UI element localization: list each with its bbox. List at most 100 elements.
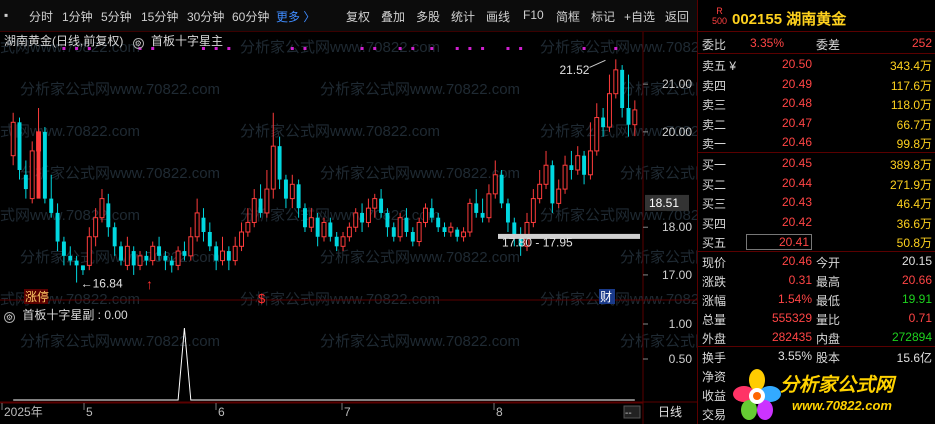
candle-body (328, 222, 333, 237)
candle-body (556, 188, 562, 204)
bid-volume: 36.6万 (896, 216, 932, 231)
sub-settings-circle-icon[interactable]: ⚙ (4, 312, 15, 323)
statistics-button[interactable]: 统计 (451, 8, 475, 25)
candle-body (283, 179, 288, 199)
signal-dot (506, 47, 510, 50)
candle-body (188, 236, 194, 257)
menu-dot-icon[interactable]: ▪ (4, 8, 8, 22)
sub-legend: ⚙ 首板十字星副 : 0.00 (4, 306, 128, 323)
period-label: 日线 (658, 405, 682, 419)
ask-price: 20.46 (781, 135, 812, 149)
period-tab-15min[interactable]: 15分钟 (141, 8, 178, 25)
watermark-text: 分析家公式网www.70822.com (20, 165, 220, 182)
candle-body (537, 183, 543, 200)
more-periods-button[interactable]: 更多 〉 (276, 8, 315, 25)
quote-row: 总量 555329 量比 0.71 (698, 309, 935, 328)
candle-body (93, 217, 99, 238)
x-axis-label: 2025年 (4, 405, 43, 419)
f10-button[interactable]: F10 (523, 8, 544, 22)
kline-chart-area[interactable]: 分析家公式网www.70822.com 分析家公式网www.70822.com 分析… (0, 32, 697, 424)
flower-logo-icon (733, 369, 781, 420)
candle-body (194, 212, 200, 238)
quote-label: 内盘 (816, 332, 841, 346)
kline-chart-svg[interactable]: 分析家公式网www.70822.com 分析家公式网www.70822.com 分析… (0, 32, 697, 424)
bid-price: 20.41 (746, 234, 812, 250)
candle-body (232, 245, 238, 262)
ask-row[interactable]: 卖五 ¥ 20.50 343.4万 (698, 55, 935, 74)
zhangting-badge: 涨停 (25, 289, 49, 304)
add-favorite-button[interactable]: +自选 (624, 8, 655, 25)
candle-body (486, 193, 492, 219)
bid-label: 买四 (702, 216, 727, 231)
candle-body (601, 117, 606, 128)
low-price-note: ←16.84 (81, 277, 123, 291)
candle-body (562, 164, 568, 190)
watermark-text: 分析家公式网www.70822.com (20, 333, 220, 350)
overlay-button[interactable]: 叠加 (381, 8, 405, 25)
limit-up-candle (36, 131, 41, 199)
quote-label: 涨幅 (702, 294, 727, 308)
watermark-text: 分析家公式网www.70822.com (320, 249, 520, 266)
candle-body (353, 212, 359, 228)
signal-dot (398, 47, 402, 50)
multi-stock-button[interactable]: 多股 (416, 8, 440, 25)
ask-volume: 343.4万 (889, 59, 932, 73)
main-legend: 湖南黄金(日线,前复权) ⚙ 首板十字星主 (4, 32, 223, 49)
fuquan-button[interactable]: 复权 (346, 8, 370, 25)
signal-dot (373, 47, 377, 50)
period-tab-30min[interactable]: 30分钟 (187, 8, 224, 25)
candle-body (372, 198, 378, 209)
period-tab-60min[interactable]: 60分钟 (232, 8, 269, 25)
candle-body (321, 221, 327, 238)
bid-row[interactable]: 买三 20.43 46.4万 (698, 193, 935, 212)
back-button[interactable]: 返回 (665, 8, 689, 25)
signal-dot (360, 47, 364, 50)
period-tab-5min[interactable]: 5分钟 (101, 8, 132, 25)
candle-body (594, 117, 600, 152)
stock-title[interactable]: 002155 湖南黄金 (732, 8, 846, 29)
ask-price: 20.47 (781, 115, 812, 130)
ask-row[interactable]: 卖二 20.47 66.7万 (698, 114, 935, 133)
period-tab-1min[interactable]: 1分钟 (62, 8, 93, 25)
candle-body (175, 250, 181, 266)
bid-row[interactable]: 买二 20.44 271.9万 (698, 174, 935, 193)
candle-body (61, 241, 66, 256)
bid-label: 买二 (702, 177, 727, 192)
candle-body (239, 231, 245, 247)
sub-axis-label: 1.00 (669, 317, 693, 331)
candle-body (587, 150, 593, 176)
candle-body (613, 69, 619, 95)
sub-indicator-value: 首板十字星副 : 0.00 (22, 308, 128, 322)
ask-row[interactable]: 卖四 20.49 117.6万 (698, 75, 935, 94)
ask-row[interactable]: 卖一 20.46 99.8万 (698, 133, 935, 152)
watermark-text: 分析家公式网www.70822.com (320, 333, 520, 350)
quote-label: 总量 (702, 313, 727, 327)
quote-value: 282435 (771, 330, 812, 344)
high-note-arrow (589, 59, 606, 68)
bid-row[interactable]: 买一 20.45 389.8万 (698, 154, 935, 173)
candle-body (480, 212, 485, 218)
ask-row[interactable]: 卖三 20.48 118.0万 (698, 94, 935, 113)
mark-button[interactable]: 标记 (591, 8, 615, 25)
watermark-text: 分析家公式网www.70822.com (620, 249, 697, 266)
candle-body (86, 236, 92, 266)
draw-line-button[interactable]: 画线 (486, 8, 510, 25)
period-tab-minute[interactable]: 分时 (29, 8, 53, 25)
candle-body (505, 203, 510, 223)
bid-row[interactable]: 买四 20.42 36.6万 (698, 213, 935, 232)
watermark-text: 分析家公式网www.70822.com (620, 165, 697, 182)
settings-circle-icon[interactable]: ⚙ (132, 38, 144, 49)
ask-label: 卖二 (702, 117, 727, 132)
bid-row[interactable]: 买五 20.41 50.8万 (698, 232, 935, 251)
logo-url: www.70822.com (792, 398, 892, 413)
candle-body (385, 212, 390, 228)
candle-body (455, 229, 460, 237)
quote-row: 涨跌 0.31 最高 20.66 (698, 271, 935, 290)
info-value: 3.55% (777, 349, 812, 363)
ask-label: 卖一 (702, 137, 727, 151)
price-axis-label: 17.00 (662, 268, 692, 282)
main-indicator-name[interactable]: 首板十字星主 (151, 34, 223, 48)
chart-toolbar: ▪ 分时 1分钟 5分钟 15分钟 30分钟 60分钟 更多 〉 复权 叠加 多… (0, 0, 697, 32)
simple-frame-button[interactable]: 简框 (556, 8, 580, 25)
candle-body (29, 150, 35, 200)
